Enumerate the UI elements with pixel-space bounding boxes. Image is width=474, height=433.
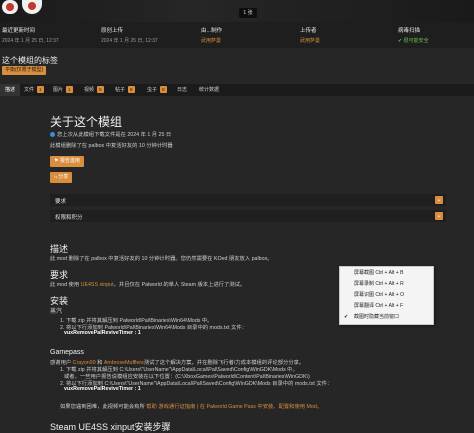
tab-posts[interactable]: 帖子 8 — [115, 84, 135, 96]
tab-logs[interactable]: 日志 — [177, 84, 187, 96]
hero-image[interactable] — [0, 0, 474, 22]
tag-chip[interactable]: 平衡(仅限于模型) — [2, 66, 47, 75]
description-text: 此 mod 删除了在 palbox 中复活好友的 10 分钟计时器。您仍然需要在… — [50, 256, 273, 262]
accordion-requirements[interactable]: 要求 ⌄ — [50, 194, 446, 206]
steam-install-heading: Steam UE4SS xinput安装步骤 — [50, 422, 171, 432]
uploader-link[interactable]: 武用萨曼 — [300, 37, 320, 44]
mod-stats-bar: 最近更新时间 2024 年 1 月 25 日, 12:37 原创上传 2024 … — [0, 22, 474, 48]
menu-item-translate[interactable]: 屏幕翻译 Ctrl + Alt + F — [340, 301, 433, 312]
chevron-down-icon: ⌄ — [435, 196, 443, 204]
stat-last-updated: 最近更新时间 2024 年 1 月 25 日, 12:37 — [2, 28, 59, 44]
ue4ss-link[interactable]: UE4SS xinput — [81, 282, 114, 288]
about-heading: 关于这个模组 — [50, 115, 123, 129]
tab-description[interactable]: 描述 — [0, 84, 21, 96]
stat-original-upload: 原创上传 2024 年 1 月 25 日, 12:37 — [101, 28, 158, 44]
virus-scan-status[interactable]: ✔ 很可能安全 — [398, 37, 429, 44]
tags-heading: 这个模组的标签 — [2, 56, 58, 65]
tab-bugs[interactable]: 虫子 0 — [147, 84, 167, 96]
menu-item-record[interactable]: 屏幕录制 Ctrl + Alt + R — [340, 279, 433, 290]
gamepass-command: vuxRemovePalReviveTimer : 1 — [64, 386, 141, 392]
check-icon — [50, 132, 55, 138]
tab-bar: 描述 文件 1 图片 1 视频 0 帖子 8 虫子 0 日志 统计数据 — [0, 84, 474, 96]
menu-item-hide-window[interactable]: ✔ 截图时隐藏当前窗口 — [340, 312, 433, 323]
video-help: 如果您遇到困难，此视频可能会有所 帮助 游戏通行证指南 | 在 Palworld… — [60, 404, 323, 410]
stat-virus-scan: 病毒扫描 ✔ 很可能安全 — [398, 28, 429, 44]
gamepass-label: Gamepass — [50, 349, 84, 356]
context-menu: 屏幕截图 Ctrl + Alt + B 屏幕录制 Ctrl + Alt + R … — [339, 266, 434, 325]
chevron-down-icon: ⌄ — [435, 212, 443, 220]
image-count: 1 张 — [239, 8, 257, 18]
checkmark-icon: ✔ — [344, 314, 349, 320]
menu-item-ocr[interactable]: 屏幕识图 Ctrl + Alt + O — [340, 290, 433, 301]
stat-created-by: 由...制作 武用萨曼 — [201, 28, 223, 44]
accordion-permissions[interactable]: 权限和积分 ⌄ — [50, 210, 446, 222]
hero-banner: 1 张 — [0, 0, 474, 22]
video-link[interactable]: 帮助 游戏通行证指南 | 在 Palworld Game Pass 中安装、配置… — [146, 404, 322, 410]
steam-command: vuxRemovePalReviveTimer : 1 — [64, 330, 141, 336]
mod-summary: 此模组删除了在 palbox 中复活好友的 10 分钟计时器 — [50, 143, 173, 149]
stat-uploaded-by: 上传者 武用萨曼 — [300, 28, 321, 44]
hero-thumbnail — [2, 0, 18, 14]
steam-label: 蒸汽 — [50, 309, 63, 315]
last-download-note: 您上次从此模组下载文件是在 2024 年 1 月 25 日 — [50, 130, 171, 138]
tab-files[interactable]: 文件 1 — [24, 84, 44, 96]
tab-stats[interactable]: 统计数据 — [199, 84, 219, 96]
tab-videos[interactable]: 视频 0 — [84, 84, 104, 96]
author-link[interactable]: 武用萨曼 — [201, 37, 222, 44]
report-abuse-button[interactable]: ⚑ 报告滥用 — [50, 156, 84, 167]
requirements-text: 此 mod 使用 UE4SS xinput，并且仅在 Palworld 的单人 … — [50, 282, 246, 288]
menu-item-screenshot[interactable]: 屏幕截图 Ctrl + Alt + B — [340, 268, 433, 279]
tab-images[interactable]: 图片 1 — [53, 84, 73, 96]
share-button[interactable]: ⤷ 分享 — [50, 172, 73, 183]
